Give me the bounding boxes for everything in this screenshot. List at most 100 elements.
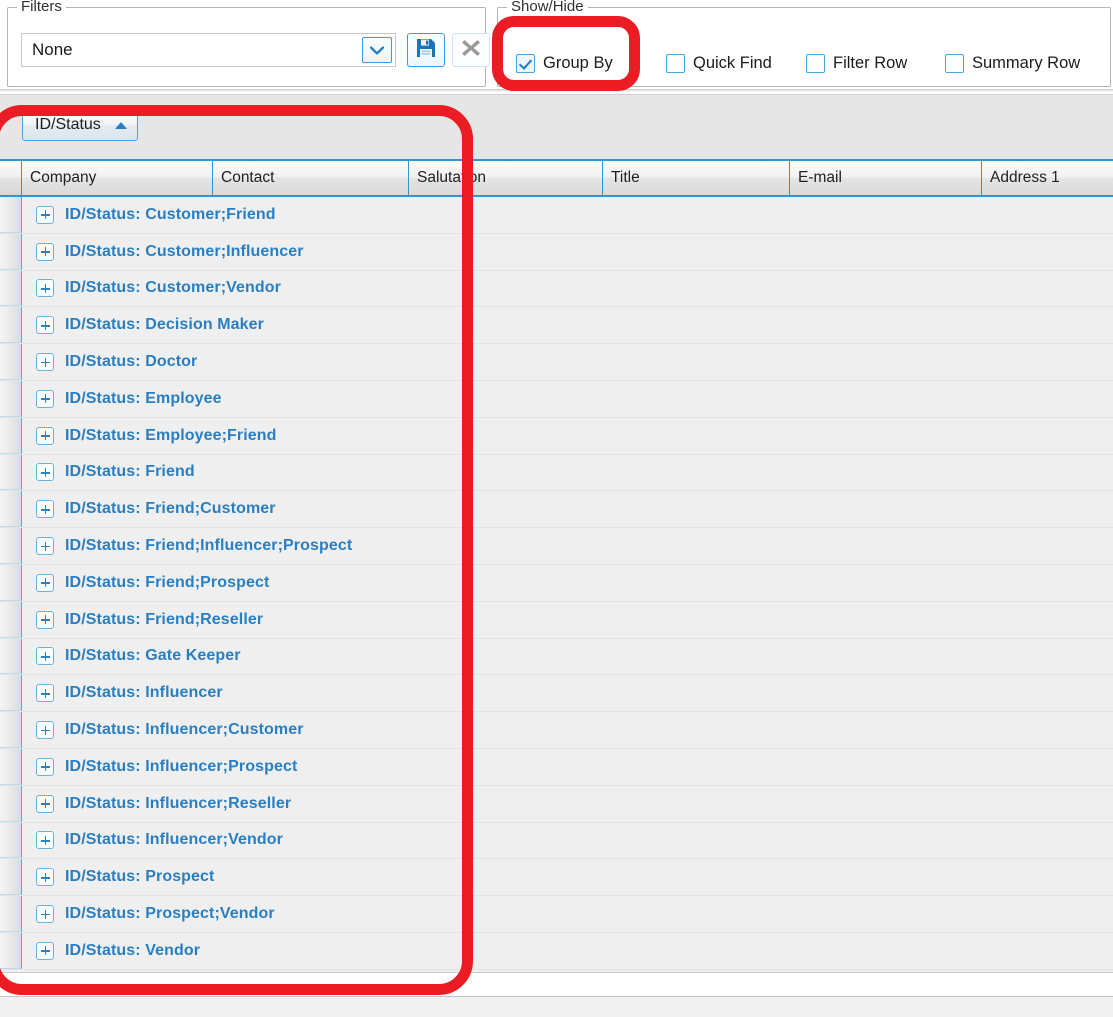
column-header-company[interactable]: Company [22, 161, 213, 195]
checkbox-summary-row[interactable]: Summary Row [945, 50, 1080, 76]
grid-group-row[interactable]: ID/Status: Employee;Friend [0, 417, 1113, 455]
grid-group-row[interactable]: ID/Status: Influencer [0, 675, 1113, 713]
expand-plus-icon[interactable] [36, 794, 54, 813]
group-row-label: ID/Status: Prospect [65, 868, 215, 886]
checkbox-label-filter-row: Filter Row [833, 53, 908, 72]
row-indicator [0, 380, 22, 417]
window-bottom-strip [0, 996, 1113, 1017]
expand-plus-icon[interactable] [36, 279, 54, 298]
header-row-indicator [0, 161, 22, 195]
group-by-chip-id-status[interactable]: ID/Status [22, 109, 138, 141]
group-row-label: ID/Status: Customer;Friend [65, 205, 276, 223]
expand-plus-icon[interactable] [36, 831, 54, 850]
grid-group-row[interactable]: ID/Status: Influencer;Customer [0, 712, 1113, 749]
grid-group-row[interactable]: ID/Status: Influencer;Prospect [0, 748, 1113, 786]
row-indicator [0, 307, 22, 344]
group-by-panel[interactable]: ID/Status [0, 95, 1113, 159]
expand-plus-icon[interactable] [36, 353, 54, 372]
group-row-label: ID/Status: Gate Keeper [65, 647, 241, 665]
group-row-content: ID/Status: Influencer;Prospect [22, 749, 1113, 785]
grid-group-row[interactable]: ID/Status: Customer;Friend [0, 197, 1113, 234]
expand-plus-icon[interactable] [36, 757, 54, 776]
row-indicator [0, 601, 22, 638]
expand-plus-icon[interactable] [36, 721, 54, 740]
grid-group-row[interactable]: ID/Status: Gate Keeper [0, 638, 1113, 676]
column-header-title[interactable]: Title [603, 161, 790, 195]
expand-plus-icon[interactable] [36, 242, 54, 261]
grid-group-row[interactable]: ID/Status: Decision Maker [0, 307, 1113, 345]
group-row-content: ID/Status: Employee;Friend [22, 418, 1113, 454]
column-header-address-1[interactable]: Address 1 [982, 161, 1113, 195]
expand-plus-icon[interactable] [36, 684, 54, 703]
group-row-content: ID/Status: Influencer [22, 675, 1113, 711]
expand-plus-icon[interactable] [36, 610, 54, 629]
checkbox-group-by[interactable]: Group By [516, 50, 613, 76]
group-row-label: ID/Status: Friend [65, 463, 195, 481]
expand-plus-icon[interactable] [36, 205, 54, 224]
grid-group-row[interactable]: ID/Status: Friend [0, 454, 1113, 492]
grid-group-row[interactable]: ID/Status: Customer;Influencer [0, 233, 1113, 271]
clear-filter-button[interactable] [452, 33, 490, 67]
checkbox-box-summary-row[interactable] [945, 53, 964, 73]
expand-plus-icon[interactable] [36, 868, 54, 887]
group-row-label: ID/Status: Customer;Influencer [65, 242, 304, 260]
grid-group-row[interactable]: ID/Status: Prospect [0, 859, 1113, 897]
grid-group-row[interactable]: ID/Status: Friend;Customer [0, 491, 1113, 529]
grid-group-row[interactable]: ID/Status: Prospect;Vendor [0, 896, 1113, 933]
sort-ascending-icon[interactable] [114, 121, 127, 129]
row-indicator [0, 417, 22, 454]
column-header-contact[interactable]: Contact [213, 161, 409, 195]
expand-plus-icon[interactable] [36, 426, 54, 445]
grid-group-row[interactable]: ID/Status: Vendor [0, 932, 1113, 970]
group-row-label: ID/Status: Employee;Friend [65, 426, 277, 444]
showhide-groupbox: Show/Hide Group By Quick Find Filter Row… [497, 0, 1111, 87]
clear-x-icon [460, 37, 482, 64]
row-indicator [0, 270, 22, 307]
data-grid: ID/Status Company Contact Salutation Tit… [0, 94, 1113, 994]
filter-combobox[interactable]: None [21, 33, 396, 67]
group-row-label: ID/Status: Influencer [65, 684, 223, 702]
group-row-label: ID/Status: Influencer;Prospect [65, 757, 298, 775]
grid-group-row[interactable]: ID/Status: Doctor [0, 344, 1113, 381]
checkbox-box-quick-find[interactable] [666, 53, 685, 73]
checkbox-box-filter-row[interactable] [806, 53, 825, 73]
group-row-label: ID/Status: Influencer;Reseller [65, 794, 292, 812]
grid-group-row[interactable]: ID/Status: Friend;Reseller [0, 601, 1113, 639]
expand-plus-icon[interactable] [36, 500, 54, 519]
expand-plus-icon[interactable] [36, 573, 54, 592]
grid-group-row[interactable]: ID/Status: Friend;Influencer;Prospect [0, 528, 1113, 565]
row-indicator [0, 748, 22, 785]
grid-group-row[interactable]: ID/Status: Friend;Prospect [0, 564, 1113, 602]
row-indicator [0, 233, 22, 270]
checkbox-box-group-by[interactable] [516, 53, 535, 73]
checkbox-label-group-by: Group By [543, 53, 613, 72]
filters-groupbox: Filters None [7, 0, 490, 87]
group-row-content: ID/Status: Customer;Vendor [22, 271, 1113, 307]
group-row-label: ID/Status: Employee [65, 389, 222, 407]
grid-group-row[interactable]: ID/Status: Influencer;Vendor [0, 822, 1113, 860]
toolbar-divider [0, 89, 1113, 92]
save-filter-button[interactable] [407, 33, 445, 67]
checkbox-filter-row[interactable]: Filter Row [806, 50, 907, 76]
expand-plus-icon[interactable] [36, 905, 54, 924]
filters-groupbox-legend: Filters [17, 0, 66, 16]
expand-plus-icon[interactable] [36, 316, 54, 335]
group-row-content: ID/Status: Decision Maker [22, 307, 1113, 343]
group-row-content: ID/Status: Friend;Prospect [22, 565, 1113, 601]
grid-group-row[interactable]: ID/Status: Customer;Vendor [0, 270, 1113, 308]
checkbox-quick-find[interactable]: Quick Find [666, 50, 772, 76]
grid-group-row[interactable]: ID/Status: Influencer;Reseller [0, 785, 1113, 823]
row-indicator [0, 712, 22, 748]
column-header-email[interactable]: E-mail [790, 161, 982, 195]
expand-plus-icon[interactable] [36, 463, 54, 482]
group-row-label: ID/Status: Decision Maker [65, 316, 264, 334]
column-header-salutation[interactable]: Salutation [409, 161, 603, 195]
group-row-label: ID/Status: Friend;Influencer;Prospect [65, 537, 353, 555]
expand-plus-icon[interactable] [36, 389, 54, 408]
grid-group-row[interactable]: ID/Status: Employee [0, 380, 1113, 418]
expand-plus-icon[interactable] [36, 941, 54, 960]
expand-plus-icon[interactable] [36, 537, 54, 556]
expand-plus-icon[interactable] [36, 647, 54, 666]
group-row-content: ID/Status: Influencer;Vendor [22, 823, 1113, 859]
chevron-down-icon[interactable] [362, 37, 392, 63]
